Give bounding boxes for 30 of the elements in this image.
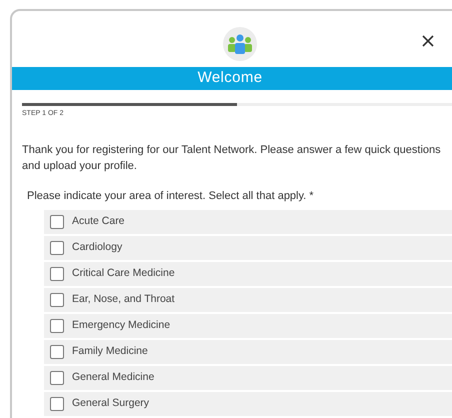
dialog-title: Welcome [198, 68, 264, 88]
option-row[interactable]: Emergency Medicine [44, 314, 452, 338]
intro-text: Thank you for registering for our Talent Network. Please answer a few quick questions and upload your profile. [22, 142, 442, 174]
checkbox[interactable] [50, 215, 64, 229]
option-row[interactable]: Family Medicine [44, 340, 452, 364]
option-label: Critical Care Medicine [72, 266, 175, 282]
checkbox[interactable] [50, 293, 64, 307]
checkbox[interactable] [50, 345, 64, 359]
checkbox[interactable] [50, 397, 64, 411]
close-button[interactable] [422, 35, 434, 47]
option-row[interactable]: Critical Care Medicine [44, 262, 452, 286]
option-label: Family Medicine [72, 344, 148, 360]
option-row[interactable]: Ear, Nose, and Throat [44, 288, 452, 312]
option-label: Acute Care [72, 214, 125, 230]
option-row[interactable]: Acute Care [44, 210, 452, 234]
question-label: Please indicate your area of interest. Select all that apply. * [27, 188, 314, 204]
option-label: Ear, Nose, and Throat [72, 292, 175, 308]
option-label: General Surgery [72, 396, 150, 412]
checkbox[interactable] [50, 319, 64, 333]
checkbox[interactable] [50, 241, 64, 255]
people-group-icon [223, 27, 257, 61]
option-label: Cardiology [72, 240, 122, 256]
option-row[interactable]: General Medicine [44, 366, 452, 390]
option-label: General Medicine [72, 370, 154, 386]
close-icon [422, 35, 434, 47]
checkbox[interactable] [50, 371, 64, 385]
checkbox[interactable] [50, 267, 64, 281]
option-label: Emergency Medicine [72, 318, 170, 334]
option-row[interactable]: Cardiology [44, 236, 452, 260]
option-row[interactable]: General Surgery [44, 392, 452, 416]
